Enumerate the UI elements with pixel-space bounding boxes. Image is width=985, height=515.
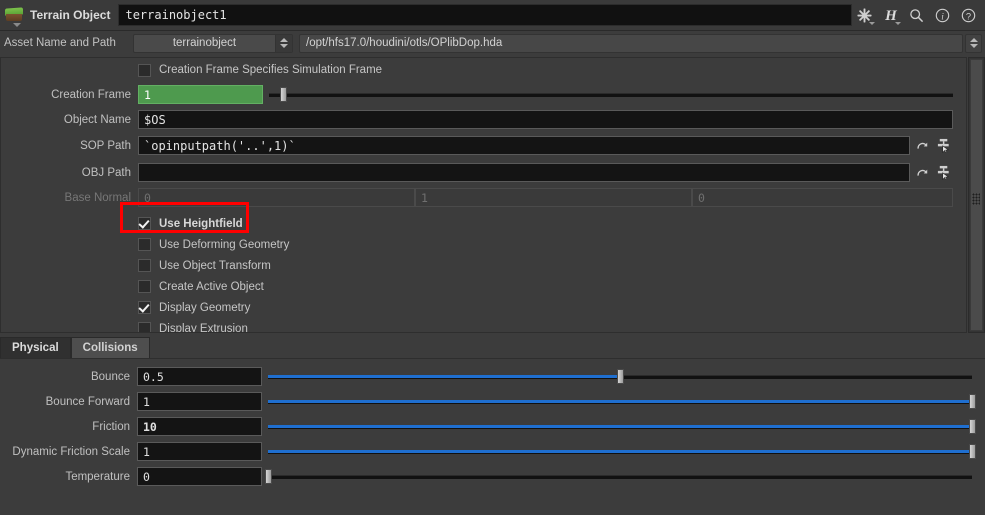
help-icon[interactable]: ? — [960, 7, 977, 24]
param-row-use-deforming-geometry: Use Deforming Geometry — [1, 234, 966, 255]
param-row-base-normal: Base Normal 0 1 0 — [1, 186, 966, 209]
creation-frame-slider[interactable] — [269, 85, 953, 104]
base-normal-label: Base Normal — [64, 191, 131, 204]
friction-label: Friction — [92, 420, 130, 433]
sop-path-input[interactable]: `opinputpath('..',1)` — [138, 136, 910, 155]
node-type-label: Terrain Object — [30, 8, 111, 22]
asset-name-spinner[interactable] — [275, 34, 292, 52]
param-row-creation-frame-sim: Creation Frame Specifies Simulation Fram… — [1, 58, 966, 82]
node-name-input[interactable]: terrainobject1 — [118, 4, 852, 26]
temperature-label: Temperature — [65, 470, 130, 483]
physical-parameters-panel: Bounce 0.5 Bounce Forward 1 Friction 10 — [0, 358, 985, 493]
display-geometry-checkbox[interactable] — [138, 301, 151, 314]
param-row-display-geometry: Display Geometry — [1, 297, 966, 318]
creation-frame-input[interactable]: 1 — [138, 85, 263, 104]
object-name-input[interactable]: $OS — [138, 110, 953, 129]
use-object-transform-checkbox[interactable] — [138, 259, 151, 272]
base-normal-z: 0 — [692, 188, 953, 207]
houdini-logo-icon[interactable]: H — [882, 7, 901, 25]
tab-collisions[interactable]: Collisions — [70, 337, 150, 358]
dynamic-friction-scale-slider[interactable] — [268, 442, 976, 461]
friction-input[interactable]: 10 — [137, 417, 262, 436]
tab-physical[interactable]: Physical — [0, 337, 71, 358]
info-icon[interactable]: i — [934, 7, 951, 24]
svg-text:?: ? — [966, 11, 971, 21]
use-deforming-geometry-checkbox[interactable] — [138, 238, 151, 251]
svg-text:i: i — [941, 12, 944, 22]
param-row-friction: Friction 10 — [0, 414, 985, 439]
object-name-label: Object Name — [63, 113, 131, 126]
reload-icon[interactable] — [912, 136, 932, 155]
sop-path-label: SOP Path — [80, 139, 131, 152]
param-row-obj-path: OBJ Path — [1, 159, 966, 186]
friction-slider[interactable] — [268, 417, 976, 436]
param-row-bounce: Bounce 0.5 — [0, 364, 985, 389]
param-row-temperature: Temperature 0 — [0, 464, 985, 489]
bounce-slider[interactable] — [268, 367, 972, 386]
gear-icon[interactable] — [856, 7, 875, 25]
main-parameter-panel: Creation Frame Specifies Simulation Fram… — [0, 57, 967, 333]
display-extrusion-label: Display Extrusion — [159, 322, 248, 333]
display-extrusion-checkbox[interactable] — [138, 322, 151, 332]
base-normal-x: 0 — [138, 188, 415, 207]
creation-frame-sim-checkbox[interactable] — [138, 63, 151, 77]
titlebar: Terrain Object terrainobject1 H i ? — [0, 0, 985, 31]
use-deforming-geometry-label: Use Deforming Geometry — [159, 238, 290, 251]
param-row-create-active-object: Create Active Object — [1, 276, 966, 297]
bounce-input[interactable]: 0.5 — [137, 367, 262, 386]
create-active-object-label: Create Active Object — [159, 280, 264, 293]
titlebar-icons: H i ? — [856, 7, 985, 25]
display-geometry-label: Display Geometry — [159, 301, 251, 314]
temperature-slider[interactable] — [265, 467, 972, 486]
obj-path-input[interactable] — [138, 163, 910, 182]
use-heightfield-checkbox[interactable] — [138, 217, 151, 230]
search-icon[interactable] — [908, 7, 925, 24]
asset-name-and-path-row: Asset Name and Path terrainobject /opt/h… — [0, 31, 985, 55]
obj-path-label: OBJ Path — [81, 166, 131, 179]
param-row-use-heightfield: Use Heightfield — [1, 213, 966, 234]
asset-row-label: Asset Name and Path — [4, 37, 116, 49]
status-bar — [0, 493, 985, 515]
bounce-label: Bounce — [90, 370, 130, 383]
creation-frame-sim-label: Creation Frame Specifies Simulation Fram… — [159, 64, 383, 76]
asset-name-combo[interactable]: terrainobject — [133, 33, 293, 53]
terrain-block-icon[interactable] — [4, 4, 26, 27]
panel-vertical-scrollbar[interactable] — [968, 57, 985, 333]
node-chooser-icon[interactable] — [934, 163, 954, 182]
param-row-sop-path: SOP Path `opinputpath('..',1)` — [1, 132, 966, 159]
reload-icon[interactable] — [912, 163, 932, 182]
scrollbar-grip[interactable] — [972, 193, 980, 205]
param-row-object-name: Object Name $OS — [1, 107, 966, 132]
use-heightfield-label: Use Heightfield — [159, 217, 243, 230]
param-row-display-extrusion: Display Extrusion — [1, 318, 966, 333]
param-row-dynamic-friction-scale: Dynamic Friction Scale 1 — [0, 439, 985, 464]
bounce-forward-slider[interactable] — [268, 392, 976, 411]
bounce-forward-label: Bounce Forward — [45, 395, 130, 408]
base-normal-y: 1 — [415, 188, 692, 207]
asset-name-value: terrainobject — [172, 37, 237, 49]
param-row-use-object-transform: Use Object Transform — [1, 255, 966, 276]
dynamic-friction-scale-input[interactable]: 1 — [137, 442, 262, 461]
param-row-creation-frame: Creation Frame 1 — [1, 82, 966, 107]
param-row-bounce-forward: Bounce Forward 1 — [0, 389, 985, 414]
use-object-transform-label: Use Object Transform — [159, 259, 271, 272]
bounce-forward-input[interactable]: 1 — [137, 392, 262, 411]
node-chooser-icon[interactable] — [934, 136, 954, 155]
asset-path-spinner[interactable] — [965, 33, 982, 53]
dynamic-friction-scale-label: Dynamic Friction Scale — [12, 445, 130, 458]
create-active-object-checkbox[interactable] — [138, 280, 151, 293]
houdini-parameter-panel: Terrain Object terrainobject1 H i ? Asse… — [0, 0, 985, 515]
parameter-tabstrip: Physical Collisions — [0, 336, 985, 358]
creation-frame-label: Creation Frame — [51, 88, 131, 101]
temperature-input[interactable]: 0 — [137, 467, 262, 486]
asset-path-input[interactable]: /opt/hfs17.0/houdini/otls/OPlibDop.hda — [299, 33, 963, 53]
